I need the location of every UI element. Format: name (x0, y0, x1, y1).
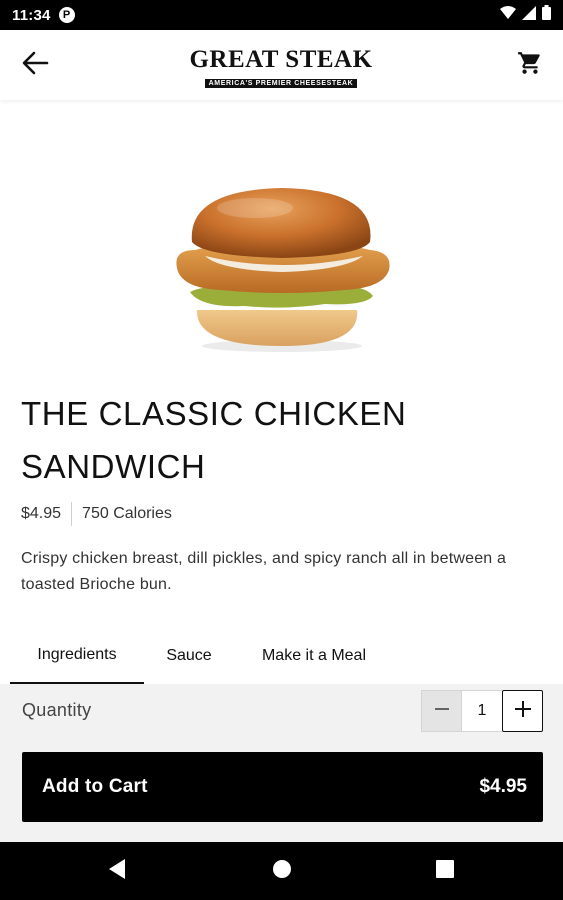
brand-logo: GREAT STEAK AMERICA'S PREMIER CHEESESTEA… (182, 46, 380, 90)
quantity-value: 1 (462, 690, 502, 732)
battery-icon (542, 5, 551, 25)
app-bar: GREAT STEAK AMERICA'S PREMIER CHEESESTEA… (0, 30, 563, 100)
wifi-icon (500, 5, 516, 25)
add-to-cart-button[interactable]: Add to Cart $4.95 (22, 752, 543, 822)
cart-icon (517, 50, 543, 81)
plus-icon (513, 699, 533, 724)
tab-label: Make it a Meal (261, 647, 367, 664)
option-tabs: Ingredients Sauce Make it a Meal (10, 628, 563, 684)
order-panel: Quantity 1 Add to Cart $4.95 (0, 684, 563, 842)
tab-ingredients[interactable]: Ingredients (10, 628, 144, 684)
status-time: 11:34 (12, 6, 51, 24)
brand-tagline: AMERICA'S PREMIER CHEESESTEAK (204, 79, 358, 88)
back-button[interactable] (18, 50, 52, 80)
product-price: $4.95 (21, 505, 62, 522)
product-title: THE CLASSIC CHICKEN SANDWICH (21, 395, 407, 485)
minus-icon (433, 700, 451, 723)
product-calories: 750 Calories (82, 505, 172, 522)
nav-home-icon (272, 859, 292, 884)
brand-name: GREAT STEAK (189, 46, 373, 73)
status-icons (500, 5, 551, 25)
nav-recents-icon (436, 859, 454, 883)
notification-app-icon: P (58, 7, 75, 23)
tab-make-it-a-meal[interactable]: Make it a Meal (234, 628, 394, 684)
arrow-left-icon (21, 51, 49, 80)
signal-icon (522, 5, 536, 25)
status-bar: 11:34 P (0, 0, 563, 30)
quantity-stepper: 1 (421, 690, 543, 732)
product-description: Crispy chicken breast, dill pickles, and… (21, 550, 507, 593)
system-nav-bar (0, 842, 563, 900)
add-to-cart-label: Add to Cart (42, 776, 148, 797)
decrement-button[interactable] (421, 690, 462, 732)
meta-divider (71, 502, 73, 526)
quantity-label: Quantity (22, 700, 92, 720)
nav-recents-button[interactable] (430, 856, 460, 886)
tab-sauce[interactable]: Sauce (144, 628, 234, 684)
tab-label: Sauce (166, 647, 212, 664)
tab-label: Ingredients (37, 646, 117, 663)
product-meta: $4.95 750 Calories (21, 502, 172, 526)
nav-home-button[interactable] (267, 856, 297, 886)
increment-button[interactable] (502, 690, 543, 732)
cart-button[interactable] (515, 50, 545, 80)
add-to-cart-total: $4.95 (479, 776, 527, 797)
product-image (165, 180, 400, 355)
nav-back-icon (107, 858, 127, 885)
nav-back-button[interactable] (102, 856, 132, 886)
